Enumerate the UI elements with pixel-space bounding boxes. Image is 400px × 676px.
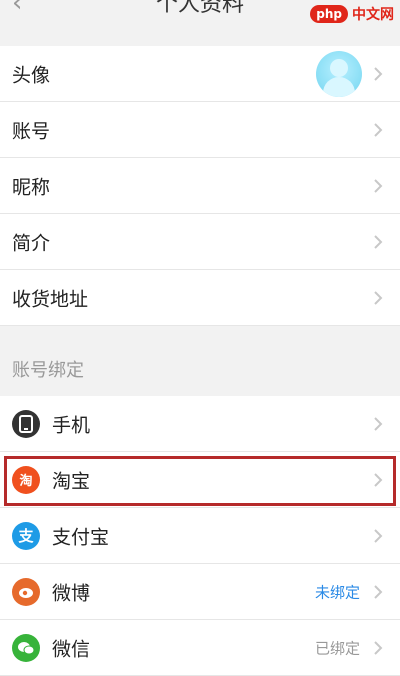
phone-icon (12, 409, 40, 438)
row-label: 昵称 (12, 176, 51, 198)
profile-row-address[interactable]: 收货地址 (0, 270, 400, 326)
binding-row-alipay[interactable]: 支 支付宝 (0, 508, 400, 564)
row-label: 简介 (12, 232, 51, 254)
profile-row-nickname[interactable]: 昵称 (0, 158, 400, 214)
wechat-icon (12, 633, 40, 662)
header: ‹ 个人资料 php 中文网 (0, 0, 400, 36)
row-label: 微信 (52, 638, 91, 660)
weibo-icon (12, 577, 40, 606)
binding-row-phone[interactable]: 手机 (0, 396, 400, 452)
chevron-right-icon (374, 640, 383, 655)
binding-row-taobao[interactable]: 淘 淘宝 (0, 452, 400, 508)
chevron-right-icon (374, 234, 383, 249)
chevron-right-icon (374, 528, 383, 543)
row-label: 头像 (12, 64, 51, 86)
chevron-right-icon (374, 416, 383, 431)
watermark-php-logo: php (310, 5, 348, 23)
profile-row-avatar[interactable]: 头像 (0, 46, 400, 102)
chevron-right-icon (374, 66, 383, 81)
avatar[interactable] (316, 50, 362, 97)
binding-row-wechat[interactable]: 微信 已绑定 (0, 620, 400, 676)
chevron-right-icon (374, 290, 383, 305)
chevron-right-icon (374, 122, 383, 137)
row-label: 手机 (52, 414, 91, 436)
section-title: 账号绑定 (12, 360, 84, 381)
alipay-icon: 支 (12, 521, 40, 550)
row-label: 微博 (52, 582, 91, 604)
binding-status: 已绑定 (314, 639, 360, 657)
watermark: php 中文网 (310, 4, 394, 24)
row-label: 支付宝 (52, 526, 110, 548)
row-label: 淘宝 (52, 470, 91, 492)
chevron-right-icon (374, 472, 383, 487)
row-label: 收货地址 (12, 288, 89, 310)
binding-row-weibo[interactable]: 微博 未绑定 (0, 564, 400, 620)
watermark-site-name: 中文网 (352, 7, 394, 23)
profile-row-account[interactable]: 账号 (0, 102, 400, 158)
profile-row-intro[interactable]: 简介 (0, 214, 400, 270)
chevron-right-icon (374, 178, 383, 193)
binding-status: 未绑定 (314, 583, 360, 601)
row-label: 账号 (12, 120, 51, 142)
chevron-right-icon (374, 584, 383, 599)
taobao-icon: 淘 (12, 465, 40, 494)
